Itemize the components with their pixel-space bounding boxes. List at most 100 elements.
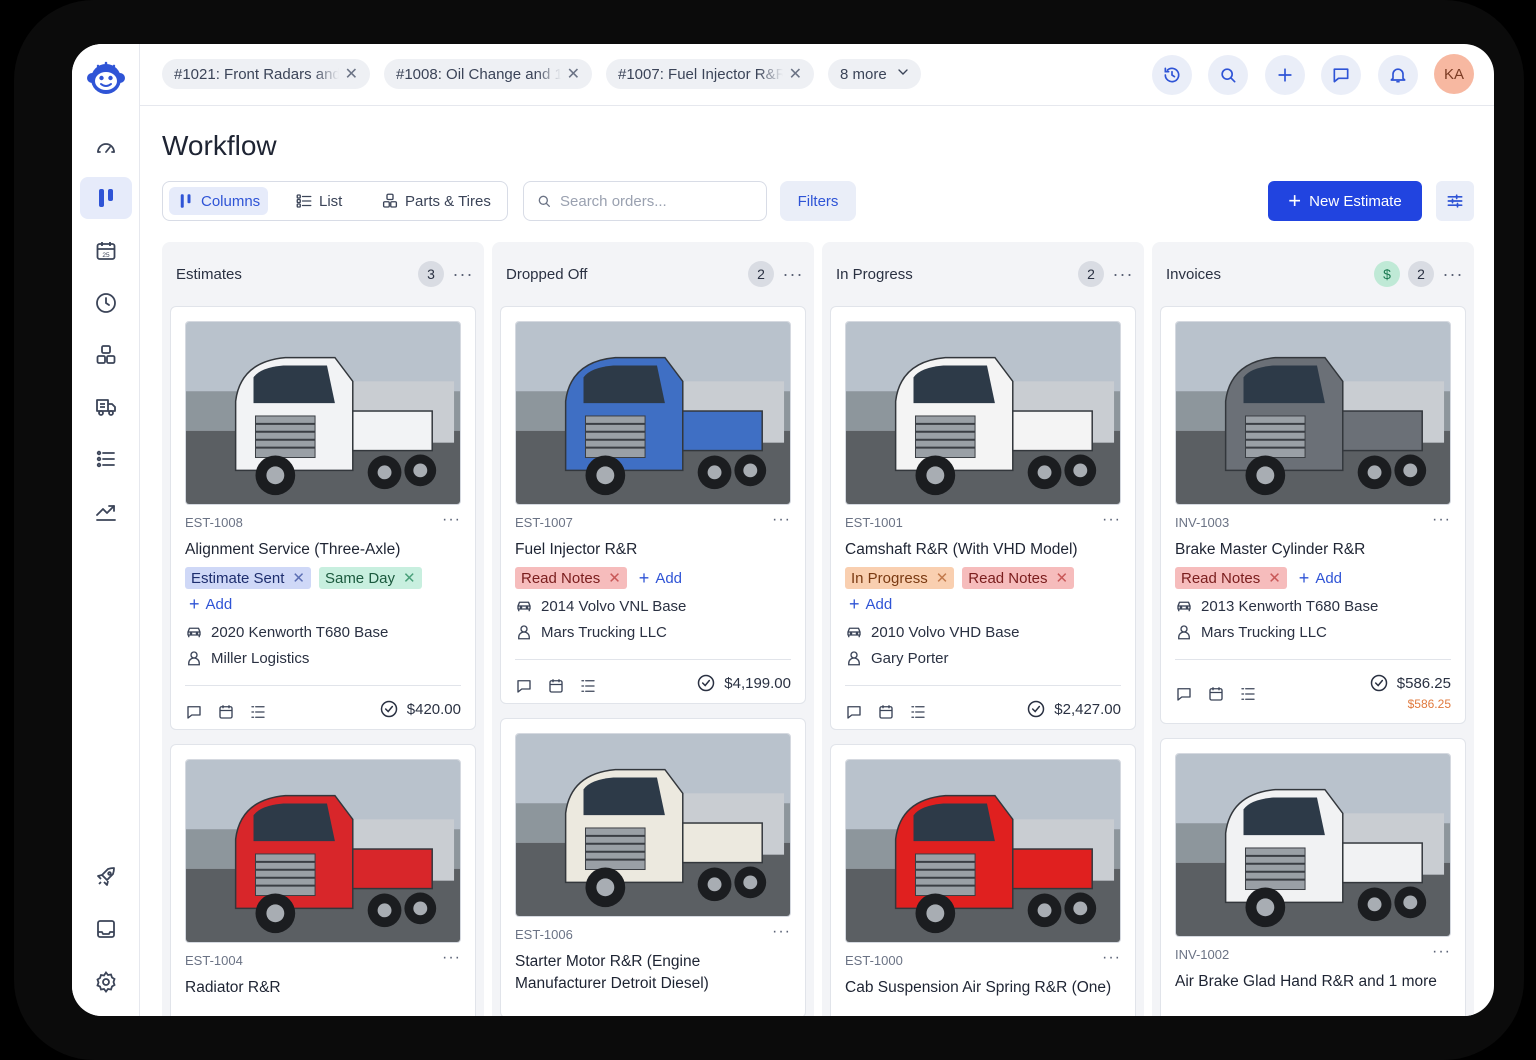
more-options-icon[interactable]: ···: [1432, 511, 1451, 529]
new-estimate-button[interactable]: + New Estimate: [1268, 181, 1422, 221]
notifications-button[interactable]: [1378, 55, 1418, 95]
column-header: In Progress 2 ···: [836, 260, 1136, 288]
checklist-icon[interactable]: [909, 703, 927, 721]
nav-inventory[interactable]: [80, 334, 132, 376]
more-options-icon[interactable]: ···: [450, 264, 476, 285]
close-icon[interactable]: ✕: [567, 64, 580, 84]
order-total: $2,427.00: [1026, 699, 1121, 719]
comment-icon[interactable]: [845, 703, 863, 721]
more-options-icon[interactable]: ···: [772, 511, 791, 529]
order-card[interactable]: INV-1003 ··· Brake Master Cylinder R&R Read…: [1160, 306, 1466, 724]
nav-calendar[interactable]: 25: [80, 230, 132, 272]
order-card[interactable]: EST-1008 ··· Alignment Service (Three-Axle…: [170, 306, 476, 730]
add-tag-button[interactable]: + Add: [845, 593, 896, 615]
more-options-icon[interactable]: ···: [1432, 943, 1451, 961]
sliders-icon: [1447, 194, 1463, 208]
order-card[interactable]: EST-1006 ··· Starter Motor R&R (Engine Man…: [500, 718, 806, 1016]
list-icon: [296, 194, 312, 208]
recent-tab[interactable]: #1021: Front Radars and ✕: [162, 59, 370, 89]
messages-button[interactable]: [1321, 55, 1361, 95]
view-parts-button[interactable]: Parts & Tires: [373, 187, 499, 215]
more-options-icon[interactable]: ···: [442, 949, 461, 967]
nav-fleet[interactable]: [80, 386, 132, 428]
invoice-badge: $: [1374, 261, 1400, 287]
truck-photo: [845, 321, 1121, 505]
close-icon[interactable]: ✕: [789, 64, 802, 84]
calendar-icon[interactable]: [1207, 685, 1225, 703]
order-card[interactable]: EST-1007 ··· Fuel Injector R&R Read Notes ✕ +…: [500, 306, 806, 704]
recent-tab[interactable]: #1007: Fuel Injector R&R ✕: [606, 59, 814, 89]
comment-icon[interactable]: [515, 677, 533, 695]
trend-up-icon: [96, 505, 116, 521]
order-card[interactable]: EST-1004 ··· Radiator R&R: [170, 744, 476, 1016]
calendar-icon[interactable]: [877, 703, 895, 721]
more-options-icon[interactable]: ···: [1102, 949, 1121, 967]
bell-icon: [1390, 68, 1406, 83]
comment-icon[interactable]: [1175, 685, 1193, 703]
view-parts-label: Parts & Tires: [405, 192, 491, 210]
column-header: Dropped Off 2 ···: [506, 260, 806, 288]
history-button[interactable]: [1152, 55, 1192, 95]
card-id: EST-1008: [185, 515, 243, 530]
view-columns-button[interactable]: Columns: [169, 187, 269, 215]
add-tag-button[interactable]: + Add: [1295, 567, 1346, 589]
filters-button[interactable]: Filters: [780, 181, 856, 221]
close-icon[interactable]: ✕: [1056, 569, 1069, 587]
board-settings-button[interactable]: [1436, 181, 1474, 221]
nav-time[interactable]: [80, 282, 132, 324]
nav-reports[interactable]: [80, 491, 132, 533]
close-icon[interactable]: ✕: [1268, 569, 1281, 587]
view-list-button[interactable]: List: [287, 187, 350, 215]
search-button[interactable]: [1208, 55, 1248, 95]
more-options-icon[interactable]: ···: [442, 511, 461, 529]
plus-icon: +: [849, 594, 860, 614]
more-options-icon[interactable]: ···: [1110, 264, 1136, 285]
plus-icon: +: [1288, 188, 1302, 213]
truck-photo: [1175, 753, 1451, 937]
close-icon[interactable]: ✕: [403, 569, 416, 587]
close-icon[interactable]: ✕: [345, 64, 358, 84]
checklist-icon[interactable]: [579, 677, 597, 695]
nav-list[interactable]: [80, 438, 132, 480]
card-id: INV-1002: [1175, 947, 1230, 962]
more-options-icon[interactable]: ···: [1440, 264, 1466, 285]
close-icon[interactable]: ✕: [608, 569, 621, 587]
more-options-icon[interactable]: ···: [1102, 511, 1121, 529]
nav-workflow[interactable]: [80, 177, 132, 219]
customer-info: Mars Trucking LLC: [515, 623, 667, 641]
close-icon[interactable]: ✕: [936, 569, 949, 587]
add-tag-button[interactable]: + Add: [635, 567, 686, 589]
comment-icon[interactable]: [185, 703, 203, 721]
add-tag-button[interactable]: + Add: [185, 593, 236, 615]
app-logo-icon[interactable]: [84, 56, 128, 100]
nav-launch[interactable]: [80, 856, 132, 898]
close-icon[interactable]: ✕: [292, 569, 305, 587]
checklist-icon[interactable]: [249, 703, 267, 721]
nav-inbox[interactable]: [80, 908, 132, 950]
add-tag-label: Add: [865, 595, 893, 613]
tag-list: Read Notes ✕ + Add: [515, 567, 799, 589]
order-card[interactable]: EST-1001 ··· Camshaft R&R (With VHD Model)…: [830, 306, 1136, 730]
checklist-icon[interactable]: [1239, 685, 1257, 703]
order-card[interactable]: INV-1002 ··· Air Brake Glad Hand R&R and 1…: [1160, 738, 1466, 1016]
status-tag: Read Notes ✕: [1175, 567, 1287, 589]
kanban-icon: [180, 194, 191, 208]
tag-label: Read Notes: [1181, 569, 1261, 587]
nav-dashboard[interactable]: [80, 126, 132, 168]
recent-tab[interactable]: #1008: Oil Change and 1 ✕: [384, 59, 592, 89]
truck-photo: [515, 321, 791, 505]
customer-name: Mars Trucking LLC: [1201, 623, 1327, 641]
nav-settings[interactable]: [80, 961, 132, 1003]
more-options-icon[interactable]: ···: [772, 923, 791, 941]
check-circle-icon: [1370, 674, 1388, 692]
divider: [1175, 659, 1451, 660]
create-button[interactable]: [1265, 55, 1305, 95]
add-tag-label: Add: [1315, 569, 1343, 587]
more-options-icon[interactable]: ···: [780, 264, 806, 285]
more-tabs-button[interactable]: 8 more: [828, 59, 921, 89]
order-card[interactable]: EST-1000 ··· Cab Suspension Air Spring R&R…: [830, 744, 1136, 1016]
calendar-icon[interactable]: [547, 677, 565, 695]
user-avatar[interactable]: KA: [1434, 54, 1474, 94]
search-input[interactable]: [560, 192, 750, 210]
calendar-icon[interactable]: [217, 703, 235, 721]
